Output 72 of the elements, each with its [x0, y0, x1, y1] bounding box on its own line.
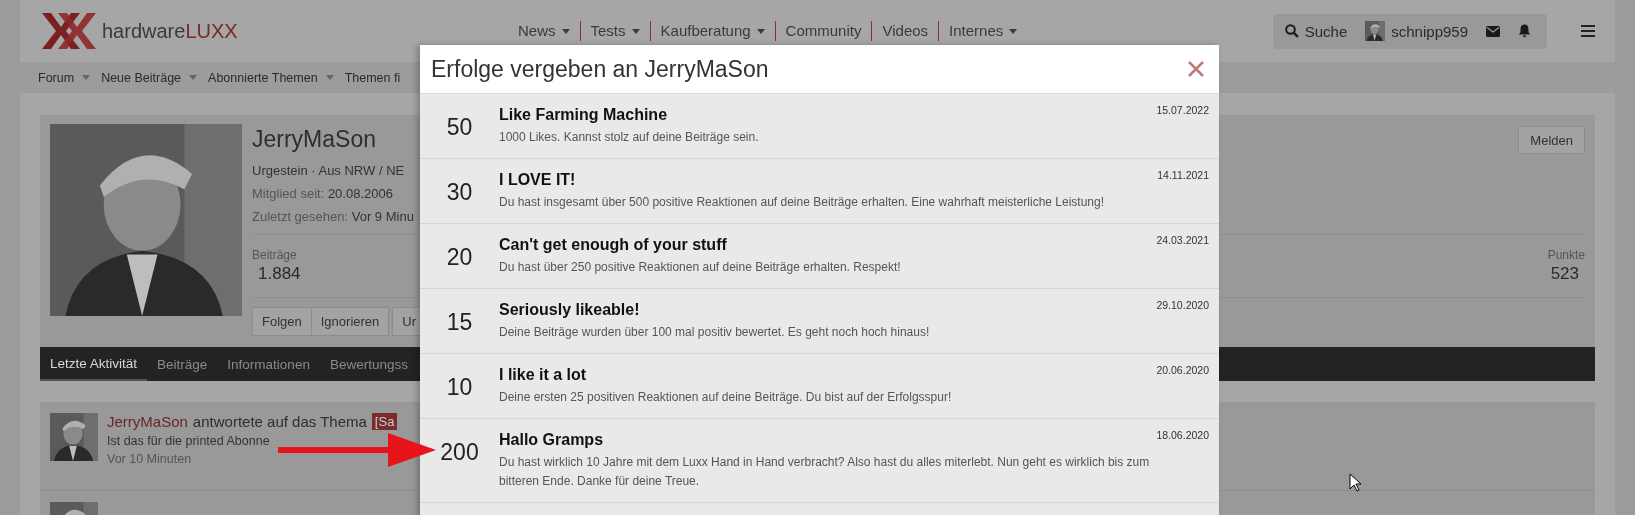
- tab[interactable]: Beiträge: [147, 347, 218, 381]
- caret-icon: [189, 75, 198, 80]
- nav-link[interactable]: Videos: [871, 21, 939, 41]
- achievement-title: I like it a lot: [499, 366, 588, 384]
- subnav-link[interactable]: Neue Beiträge: [101, 70, 198, 85]
- logo-icon[interactable]: [42, 13, 96, 49]
- achievement-date: 18.06.2020: [1156, 429, 1209, 443]
- nav-link[interactable]: Kaufberatung: [649, 21, 775, 41]
- caret-icon: [325, 75, 334, 80]
- caret-icon: [82, 75, 91, 80]
- caret-icon: [561, 28, 570, 34]
- achievement-title: Like Farming Machine: [499, 106, 669, 124]
- action-button[interactable]: Folgen: [252, 307, 312, 336]
- user-link[interactable]: schnipp959: [1365, 21, 1468, 41]
- envelope-icon[interactable]: [1486, 25, 1500, 37]
- subnav-link[interactable]: Themen fi: [344, 70, 401, 85]
- nav-link[interactable]: Tests: [579, 21, 650, 41]
- achievement-title: Seriously likeable!: [499, 301, 641, 319]
- achievement-date: 14.11.2021: [1157, 169, 1209, 183]
- stat-label: Beiträge: [252, 248, 298, 262]
- close-icon[interactable]: [1187, 60, 1205, 78]
- search-icon: [1284, 24, 1299, 38]
- search-link[interactable]: Suche: [1284, 22, 1348, 40]
- nav-link[interactable]: Internes: [938, 21, 1028, 41]
- menu-icon[interactable]: [1581, 25, 1595, 37]
- nav-link[interactable]: News: [518, 21, 580, 41]
- achievement-date: 15.07.2022: [1156, 104, 1209, 118]
- activity-text: antwortete auf das Thema: [192, 413, 367, 430]
- achievement-points: 200: [439, 438, 480, 467]
- achievement-description: Deine ersten 25 positiven Reaktionen auf deine Beiträge. Du bist auf der Erfolgsspur!: [499, 389, 953, 406]
- subnav-link[interactable]: Abonnierte Themen: [208, 70, 334, 85]
- achievement-title: Can't get enough of your stuff: [499, 236, 728, 254]
- achievement-title: Hallo Gramps: [499, 431, 605, 449]
- user-title: Urgestein · Aus NRW / NE: [252, 162, 406, 180]
- tab[interactable]: Letzte Aktivität: [40, 347, 148, 381]
- achievement-date: 20.06.2020: [1156, 364, 1209, 378]
- bell-icon[interactable]: [1518, 24, 1531, 38]
- dialog-title: Erfolge vergeben an JerryMaSon: [431, 55, 769, 83]
- last-seen: Zuletzt gesehen: Vor 9 Minu: [252, 208, 414, 226]
- achievement-points: 50: [445, 113, 474, 142]
- nav-link[interactable]: Community: [774, 21, 872, 41]
- achievement-points: 20: [445, 243, 474, 272]
- activity-time: Vor 10 Minuten: [107, 452, 193, 466]
- report-button[interactable]: Melden: [1518, 126, 1585, 154]
- user-link[interactable]: JerryMaSon: [107, 413, 188, 430]
- joined-date: Mitglied seit: 20.08.2006: [252, 185, 394, 203]
- caret-icon: [631, 28, 640, 34]
- stat-value: 1.884: [257, 264, 302, 284]
- achievement-description: Du hast wirklich 10 Jahre mit dem Luxx Hand in Hand verbracht? Also hast du alles miterlebt. Nun geht es wirklich bis zum bitteren Ende. Danke für deine Treue.: [499, 454, 1151, 490]
- achievement-points: 30: [445, 178, 474, 207]
- achievement-points: 15: [445, 308, 474, 337]
- logo-text[interactable]: hardwareLUXX: [102, 19, 238, 43]
- thread-tag: [Sa: [371, 413, 398, 430]
- caret-icon: [756, 28, 765, 34]
- action-button[interactable]: Ignorieren: [310, 307, 390, 336]
- profile-name: JerryMaSon: [252, 126, 377, 153]
- tab[interactable]: Bewertungss: [319, 347, 418, 381]
- achievement-date: 24.03.2021: [1156, 234, 1209, 248]
- stat-value: 523: [1549, 264, 1580, 284]
- achievement-points: 10: [445, 373, 474, 402]
- achievement-description: Deine Beiträge wurden über 100 mal positiv bewertet. Es geht noch hoch hinaus!: [499, 324, 931, 341]
- caret-icon: [1009, 28, 1018, 34]
- achievement-description: Du hast über 250 positive Reaktionen auf deine Beiträge erhalten. Respekt!: [499, 259, 902, 276]
- cursor-icon: [1349, 473, 1362, 492]
- achievement-title: I LOVE IT!: [499, 171, 577, 189]
- achievement-description: 1000 Likes. Kannst stolz auf deine Beiträge sein.: [499, 129, 760, 146]
- achievement-description: Du hast insgesamt über 500 positive Reaktionen auf deine Beiträge erhalten. Eine wahrhaft meisterliche Leistung!: [499, 194, 1106, 211]
- post-snippet: Ist das für die printed Abonne: [107, 434, 271, 448]
- subnav-link[interactable]: Forum: [38, 70, 91, 85]
- achievement-date: 29.10.2020: [1156, 299, 1209, 313]
- stat-label: Punkte: [1547, 248, 1585, 262]
- tab[interactable]: Informationen: [217, 347, 320, 381]
